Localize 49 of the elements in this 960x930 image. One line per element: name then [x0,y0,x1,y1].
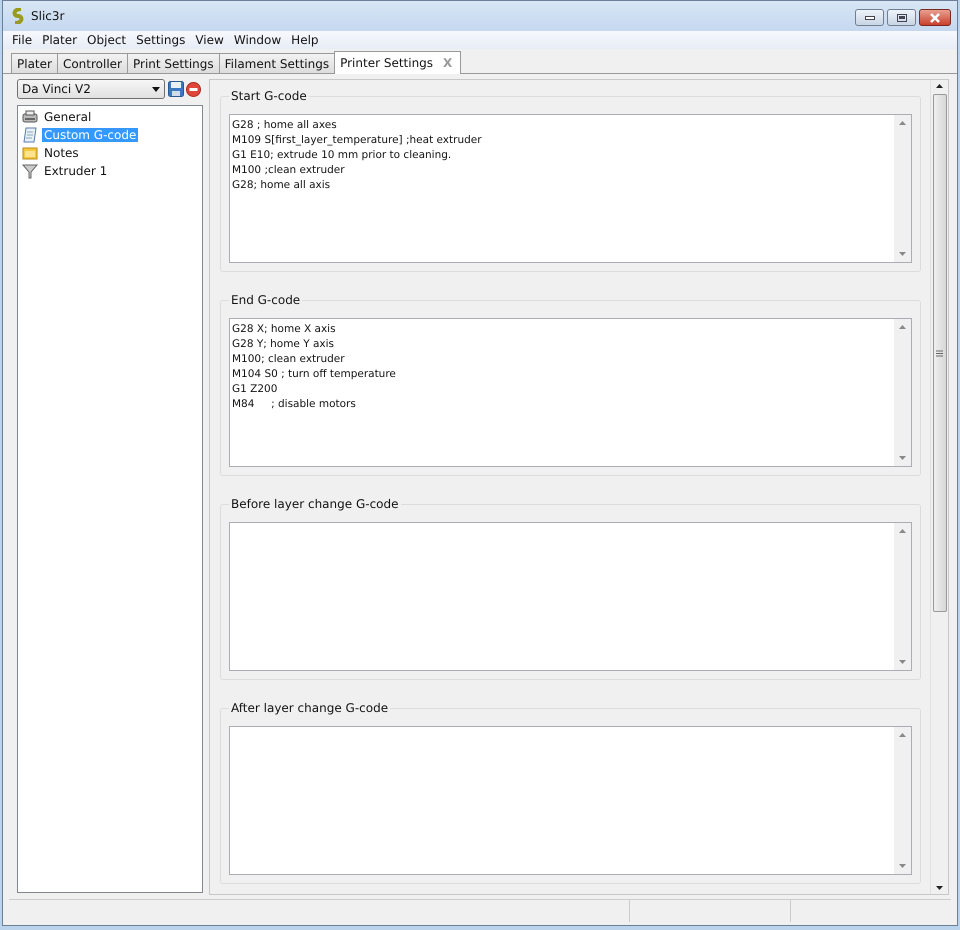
group-title: End G-code [229,293,302,307]
preset-dropdown[interactable]: Da Vinci V2 [17,79,165,99]
menu-item[interactable]: Plater [37,33,82,47]
scroll-down-icon[interactable] [936,886,943,890]
menu-item[interactable]: Settings [131,33,190,47]
maximize-icon [896,14,906,22]
delete-icon[interactable] [186,82,201,96]
tree-item[interactable]: Extruder 1 [42,164,110,178]
printer-icon [22,109,38,125]
minimize-icon [864,16,874,20]
code-line: G28 ; home all axes [232,118,338,133]
group-title: Start G-code [229,89,309,103]
tab[interactable]: Plater [11,53,58,73]
caret-icon [152,86,160,92]
tab[interactable]: Filament Settings [218,53,336,73]
code-line: M109 S[first_layer_temperature] ;heat extruder [232,133,483,148]
code-line: M100 ;clean extruder [232,163,346,178]
tab[interactable]: Print Settings [126,53,220,73]
scroll-up-icon[interactable] [936,84,943,88]
code-line: M84 ; disable motors [232,397,357,412]
minimize-button[interactable] [855,9,884,26]
menu-item[interactable]: View [190,33,229,47]
app-logo-icon [11,8,25,24]
menu-item[interactable]: Help [286,33,324,47]
tab[interactable]: Printer Settings X [334,51,462,74]
tree-item[interactable]: Notes [42,146,81,160]
tree-item[interactable]: General [42,110,94,124]
tab[interactable]: Controller [56,53,128,73]
close-icon [929,12,941,22]
menu-item[interactable]: Object [82,33,132,47]
code-line: G1 E10; extrude 10 mm prior to cleaning. [232,148,452,163]
scroll-icon [22,127,38,143]
menu-item[interactable]: File [7,33,38,47]
menu-item[interactable]: Window [228,33,286,47]
code-line: G1 Z200 [232,382,278,397]
code-line: G28 X; home X axis [232,322,337,337]
note-icon [22,145,38,161]
group-title: Before layer change G-code [229,497,401,511]
group-title: After layer change G-code [229,701,390,715]
code-line: G28 Y; home Y axis [232,337,336,352]
code-line: M100; clean extruder [232,352,346,367]
close-button[interactable] [919,9,951,26]
save-icon[interactable] [168,81,184,97]
code-line: M104 S0 ; turn off temperature [232,367,397,382]
maximize-button[interactable] [887,9,916,26]
window-title: Slic3r [31,9,64,23]
code-line: G28; home all axis [232,178,332,193]
grip-icon [936,350,943,356]
funnel-icon [22,163,38,179]
